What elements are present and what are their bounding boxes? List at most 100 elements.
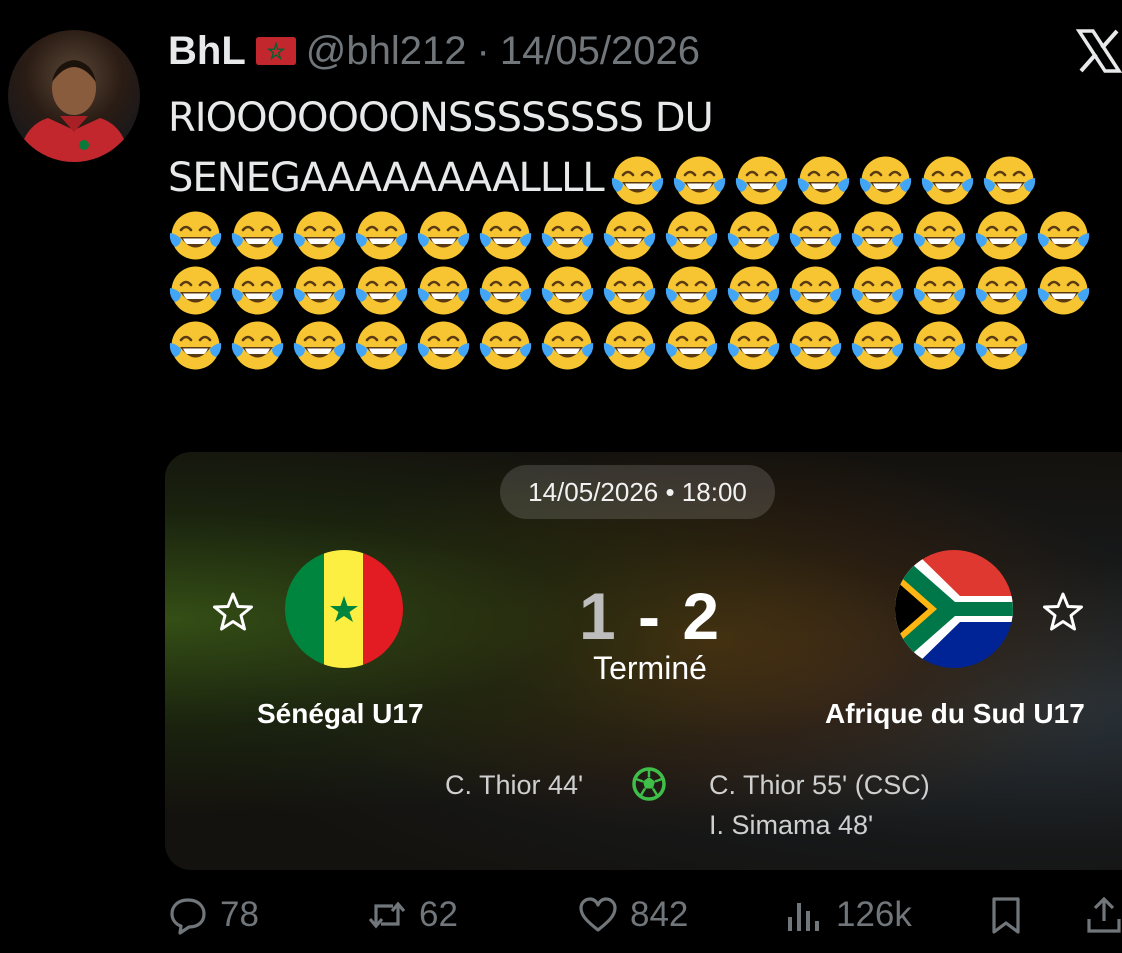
tears-of-joy-emoji-icon [735, 156, 787, 204]
tears-of-joy-emoji-icon [169, 321, 222, 370]
views-icon [788, 903, 819, 931]
like-count: 842 [630, 895, 689, 934]
favorite-away-star-icon[interactable] [1041, 590, 1085, 634]
tweet-header: BhL @bhl212 · 14/05/2026 [168, 28, 700, 74]
tears-of-joy-emoji-icon [1037, 211, 1090, 260]
tears-of-joy-emoji-icon [603, 266, 656, 315]
tears-of-joy-emoji-icon [913, 266, 966, 315]
tears-of-joy-emoji-icon [1037, 266, 1090, 315]
goal-ball-icon [632, 767, 666, 801]
header-separator: · [476, 28, 490, 73]
tears-of-joy-emoji-icon [975, 321, 1028, 370]
tears-of-joy-emoji-icon [417, 211, 470, 260]
tears-of-joy-emoji-icon [921, 156, 973, 204]
emoji-row [168, 318, 1113, 373]
away-score: 2 [682, 579, 722, 653]
tears-of-joy-emoji-icon [673, 156, 725, 204]
tears-of-joy-emoji-icon [913, 321, 966, 370]
match-status: Terminé [593, 650, 707, 686]
avatar-photo [18, 60, 130, 162]
tears-of-joy-emoji-icon [665, 211, 718, 260]
tears-of-joy-emoji-icon [541, 266, 594, 315]
heart-icon [579, 897, 617, 932]
tears-of-joy-emoji-icon [851, 211, 904, 260]
tears-of-joy-emoji-icon [789, 211, 842, 260]
tears-of-joy-emoji-icon [727, 266, 780, 315]
emoji-row [168, 208, 1113, 263]
tears-of-joy-emoji-icon [479, 321, 532, 370]
tears-of-joy-emoji-icon [169, 211, 222, 260]
bookmark-icon [992, 897, 1020, 934]
tweet-text-line-2-words: SENEGAAAAAAAALLLL [168, 155, 605, 201]
score-separator: - [638, 579, 662, 653]
repost-icon [368, 901, 406, 929]
tweet-actions: 78 62 842 126k [0, 895, 1122, 953]
bookmark-button[interactable] [986, 895, 1026, 935]
tears-of-joy-emoji-icon [789, 266, 842, 315]
match-datetime: 14/05/2026 • 18:00 [500, 465, 775, 519]
tears-of-joy-emoji-icon [913, 211, 966, 260]
tears-of-joy-emoji-icon [975, 266, 1028, 315]
emoji-row [168, 263, 1113, 318]
tears-of-joy-emoji-icon [541, 211, 594, 260]
author-avatar[interactable] [8, 30, 140, 162]
match-score: 1 - 2 [535, 578, 765, 654]
tweet-text-line-1: RIOOOOOOONSSSSSSSS DU [168, 95, 714, 141]
tears-of-joy-emoji-icon [355, 211, 408, 260]
away-team-name[interactable]: Afrique du Sud U17 [825, 698, 1085, 730]
like-button[interactable]: 842 [578, 895, 688, 935]
tears-of-joy-emoji-icon [789, 321, 842, 370]
tears-of-joy-emoji-icon [603, 211, 656, 260]
views-button[interactable]: 126k [784, 895, 912, 935]
tears-of-joy-emoji-icon [727, 211, 780, 260]
home-team-name[interactable]: Sénégal U17 [257, 698, 424, 730]
repost-button[interactable]: 62 [367, 895, 458, 935]
tears-of-joy-emoji-icon [293, 321, 346, 370]
author-handle[interactable]: @bhl212 [306, 29, 467, 74]
tears-of-joy-emoji-icon [541, 321, 594, 370]
author-name[interactable]: BhL [168, 29, 246, 74]
tears-of-joy-emoji-icon [851, 321, 904, 370]
reply-button[interactable]: 78 [168, 895, 259, 935]
match-card[interactable]: 14/05/2026 • 18:00 1 - 2 Terminé Sénégal… [165, 452, 1122, 870]
tears-of-joy-emoji-icon [983, 156, 1035, 204]
share-icon [1087, 896, 1121, 933]
tears-of-joy-emoji-icon [665, 321, 718, 370]
south-africa-flag-icon [895, 550, 1013, 668]
tweet-text: RIOOOOOOONSSSSSSSS DU SENEGAAAAAAAALLLL [168, 88, 1113, 373]
tears-of-joy-emoji-icon [851, 266, 904, 315]
away-scorer: C. Thior 55' (CSC) [709, 770, 930, 800]
tears-of-joy-emoji-icon [417, 321, 470, 370]
reply-count: 78 [220, 895, 259, 934]
emoji-row [610, 153, 1037, 208]
share-button[interactable] [1084, 895, 1122, 935]
tears-of-joy-emoji-icon [293, 266, 346, 315]
tears-of-joy-emoji-icon [603, 321, 656, 370]
tears-of-joy-emoji-icon [479, 211, 532, 260]
repost-count: 62 [419, 895, 458, 934]
tears-of-joy-emoji-icon [859, 156, 911, 204]
tears-of-joy-emoji-icon [665, 266, 718, 315]
away-scorer: I. Simama 48' [709, 810, 874, 840]
home-scorer: C. Thior 44' [445, 770, 584, 800]
tears-of-joy-emoji-icon [727, 321, 780, 370]
tears-of-joy-emoji-icon [231, 321, 284, 370]
views-count: 126k [836, 895, 912, 934]
favorite-home-star-icon[interactable] [211, 590, 255, 634]
home-score: 1 [578, 579, 618, 653]
tears-of-joy-emoji-icon [169, 266, 222, 315]
tweet-text-line-2: SENEGAAAAAAAALLLL [168, 148, 1113, 208]
tears-of-joy-emoji-icon [975, 211, 1028, 260]
tears-of-joy-emoji-icon [355, 266, 408, 315]
tears-of-joy-emoji-icon [355, 321, 408, 370]
x-logo-icon[interactable] [1076, 28, 1122, 74]
reply-icon [170, 898, 206, 935]
tears-of-joy-emoji-icon [479, 266, 532, 315]
tears-of-joy-emoji-icon [611, 156, 663, 204]
morocco-flag-icon [255, 37, 296, 65]
tears-of-joy-emoji-icon [231, 211, 284, 260]
tweet-date[interactable]: 14/05/2026 [500, 29, 700, 74]
tears-of-joy-emoji-icon [417, 266, 470, 315]
senegal-flag-icon [285, 550, 403, 668]
tears-of-joy-emoji-icon [231, 266, 284, 315]
